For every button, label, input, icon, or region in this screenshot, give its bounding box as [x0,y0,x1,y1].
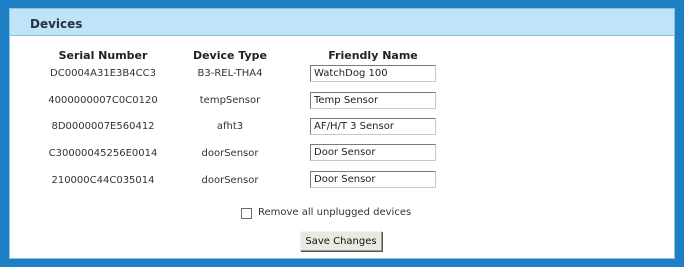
devices-panel: Devices Serial Number Device Type Friend… [9,8,675,259]
friendly-name-input[interactable] [310,65,436,82]
serial-number-cell: DC0004A31E3B4CC3 [50,68,156,79]
device-type-cell: doorSensor [201,148,259,159]
serial-number-cell: 210000C44C035014 [51,175,155,186]
device-type-cell: doorSensor [201,175,259,186]
column-header-friendly-name: Friendly Name [328,49,418,62]
panel-header: Devices [10,9,674,36]
remove-unplugged-label[interactable]: Remove all unplugged devices [258,207,411,219]
save-changes-button[interactable]: Save Changes [300,231,382,251]
panel-title: Devices [30,17,83,31]
friendly-name-input[interactable] [310,171,436,188]
column-header-serial-number: Serial Number [58,49,148,62]
devices-frame: Devices Serial Number Device Type Friend… [0,0,684,267]
remove-unplugged-option: Remove all unplugged devices [241,206,411,220]
serial-number-cell: C30000045256E0014 [48,148,158,159]
friendly-name-input[interactable] [310,92,436,109]
device-type-cell: B3-REL-THA4 [197,68,263,79]
friendly-name-input[interactable] [310,118,436,135]
column-header-device-type: Device Type [192,49,268,62]
remove-unplugged-checkbox[interactable] [241,207,252,219]
serial-number-cell: 8D0000007E560412 [51,121,155,132]
device-type-cell: afht3 [216,121,244,132]
friendly-name-input[interactable] [310,144,436,161]
device-type-cell: tempSensor [199,95,261,106]
serial-number-cell: 4000000007C0C0120 [48,95,158,106]
